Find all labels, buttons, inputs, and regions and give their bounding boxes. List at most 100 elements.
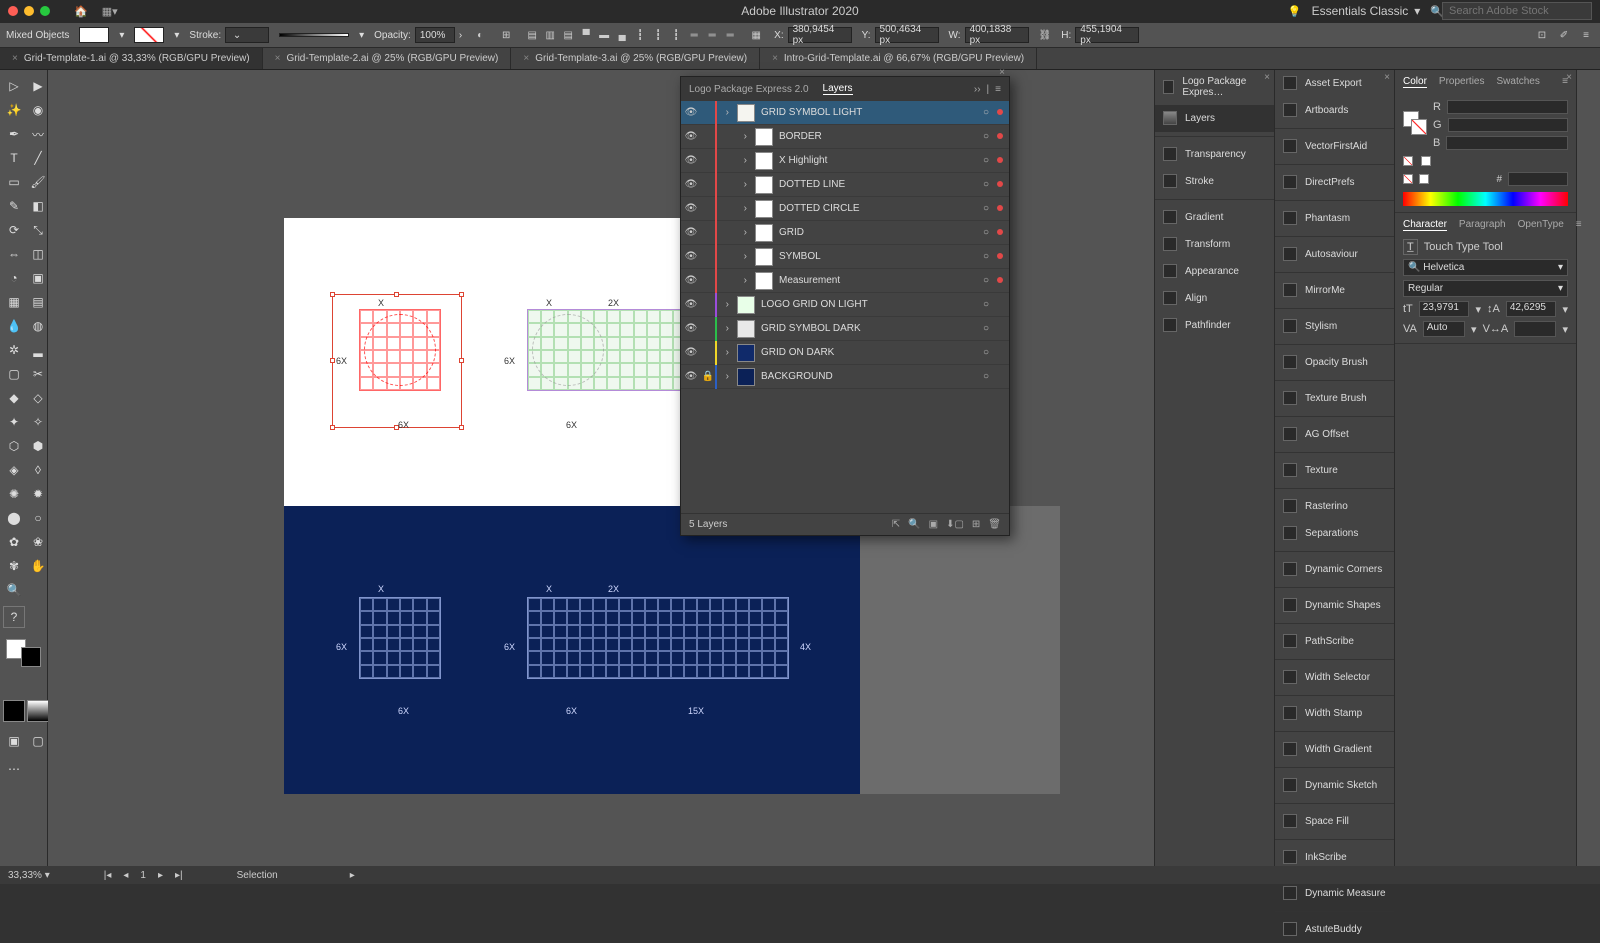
font-size-input[interactable]: 23,9791 [1419, 301, 1470, 317]
panel-tab-transparency[interactable]: Transparency [1155, 141, 1274, 168]
expand-toggle[interactable]: › [717, 251, 749, 262]
font-style-dd[interactable]: Regular▾ [1403, 280, 1568, 297]
scale-tool[interactable]: ⤡ [27, 219, 49, 241]
hex-input[interactable] [1508, 172, 1568, 186]
slice-tool[interactable]: ✂ [27, 363, 49, 385]
help-tool-icon[interactable]: ? [3, 606, 25, 628]
target-icon[interactable]: ○ [983, 251, 997, 262]
close-tab-icon[interactable]: × [523, 53, 529, 64]
panel-tab-pathfinder[interactable]: Pathfinder [1155, 312, 1274, 339]
panel-tab-gradient[interactable]: Gradient [1155, 204, 1274, 231]
opentype-tab[interactable]: OpenType [1518, 219, 1564, 231]
align-left[interactable]: ▤ [524, 27, 540, 43]
expand-toggle[interactable]: › [717, 227, 749, 238]
extra-tool-3[interactable]: ✦ [3, 411, 25, 433]
blend-tool[interactable]: ◍ [27, 315, 49, 337]
target-icon[interactable]: ○ [983, 203, 997, 214]
expand-toggle[interactable]: › [717, 371, 731, 382]
align-bottom[interactable]: ▄ [614, 27, 630, 43]
gradient-tool[interactable]: ▤ [27, 291, 49, 313]
layer-row[interactable]: 👁🔒›BACKGROUND○ [681, 365, 1009, 389]
brush-definition-dd[interactable] [279, 33, 349, 37]
magic-wand-tool[interactable]: ✨ [3, 99, 25, 121]
layer-row[interactable]: 👁›GRID ON DARK○ [681, 341, 1009, 365]
graph-tool[interactable]: ▂ [27, 339, 49, 361]
target-icon[interactable]: ○ [983, 131, 997, 142]
layer-name[interactable]: Measurement [779, 275, 983, 286]
artboard-number[interactable]: 1 [140, 870, 146, 881]
traffic-light-max[interactable] [40, 6, 50, 16]
target-icon[interactable]: ○ [983, 347, 997, 358]
layer-row[interactable]: 👁›DOTTED CIRCLE○ [681, 197, 1009, 221]
expand-toggle[interactable]: › [717, 275, 749, 286]
target-icon[interactable]: ○ [983, 155, 997, 166]
layer-row[interactable]: 👁›GRID○ [681, 221, 1009, 245]
panel-tab[interactable]: Dynamic Measure [1275, 880, 1394, 907]
export-icon[interactable]: ⇱ [892, 519, 900, 530]
w-input[interactable]: 400,1838 px [965, 27, 1029, 43]
dist-h3[interactable]: ┇ [668, 27, 684, 43]
workspace-dropdown[interactable]: Essentials Classic ▾ [1312, 4, 1421, 18]
visibility-toggle[interactable]: 👁 [681, 131, 701, 142]
panel-tab[interactable]: MirrorMe [1275, 277, 1394, 304]
h-input[interactable]: 455,1904 px [1075, 27, 1139, 43]
extra-tool-9[interactable]: ✺ [3, 483, 25, 505]
panel-close-icon[interactable]: × [1566, 72, 1572, 83]
close-tab-icon[interactable]: × [772, 53, 778, 64]
panel-tab[interactable]: Separations [1275, 520, 1394, 547]
edit-icon[interactable]: ✐ [1556, 27, 1572, 43]
shaper-tool[interactable]: ✎ [3, 195, 25, 217]
target-icon[interactable]: ○ [983, 371, 997, 382]
edit-toolbar[interactable]: ⋯ [3, 758, 25, 780]
eyedropper-tool[interactable]: 💧 [3, 315, 25, 337]
paragraph-tab[interactable]: Paragraph [1459, 219, 1506, 231]
artboard-nav-prev[interactable]: ◂ [123, 870, 128, 881]
layer-name[interactable]: X Highlight [779, 155, 983, 166]
eraser-tool[interactable]: ◧ [27, 195, 49, 217]
fill-stroke-mini[interactable] [1403, 111, 1427, 135]
panel-tab-logo-express[interactable]: Logo Package Expres… [1155, 70, 1274, 105]
help-bulb-icon[interactable]: 💡 [1288, 5, 1302, 18]
swatches-tab[interactable]: Swatches [1496, 76, 1539, 88]
document-tab[interactable]: ×Grid-Template-3.ai @ 25% (RGB/GPU Previ… [511, 48, 760, 69]
extra-tool-10[interactable]: ✹ [27, 483, 49, 505]
screen-mode[interactable]: ▣ [3, 730, 25, 752]
new-layer-icon[interactable]: ⊞ [972, 519, 980, 530]
properties-tab[interactable]: Properties [1439, 76, 1485, 88]
isolate-icon[interactable]: ⊡ [1534, 27, 1550, 43]
panel-tab[interactable]: Texture Brush [1275, 385, 1394, 412]
color-mode-gradient[interactable] [27, 700, 49, 722]
direct-sel-tool[interactable]: ▶ [27, 75, 49, 97]
layer-name[interactable]: BORDER [779, 131, 983, 142]
b-input[interactable] [1446, 136, 1568, 150]
collapse-icon[interactable]: ›› [974, 84, 981, 95]
rotate-tool[interactable]: ⟳ [3, 219, 25, 241]
type-tool[interactable]: T [3, 147, 25, 169]
none-swatch[interactable] [1403, 156, 1413, 166]
recolor-icon[interactable]: ◐ [472, 27, 488, 43]
layer-row[interactable]: 👁›GRID SYMBOL DARK○ [681, 317, 1009, 341]
status-play-icon[interactable]: ▸ [350, 870, 355, 881]
pen-tool[interactable]: ✒ [3, 123, 25, 145]
layer-row[interactable]: 👁›GRID SYMBOL LIGHT○ [681, 101, 1009, 125]
panel-menu-icon[interactable]: ≡ [1576, 219, 1582, 231]
panel-tab[interactable]: Asset Export [1275, 70, 1394, 97]
free-transform-tool[interactable]: ◫ [27, 243, 49, 265]
align-vcenter[interactable]: ▬ [596, 27, 612, 43]
r-input[interactable] [1447, 100, 1568, 114]
arrange-docs-icon[interactable]: ▦▾ [102, 5, 118, 18]
locate-icon[interactable]: 🔍 [908, 519, 920, 530]
expand-toggle[interactable]: › [717, 299, 731, 310]
panel-tab[interactable]: Autosaviour [1275, 241, 1394, 268]
panel-tab[interactable]: PathScribe [1275, 628, 1394, 655]
extra-tool-12[interactable]: ○ [27, 507, 49, 529]
target-icon[interactable]: ○ [983, 275, 997, 286]
extra-tool-11[interactable]: ⬤ [3, 507, 25, 529]
panel-tab[interactable]: Texture [1275, 457, 1394, 484]
target-icon[interactable]: ○ [983, 107, 997, 118]
panel-tab-appearance[interactable]: Appearance [1155, 258, 1274, 285]
color-tab[interactable]: Color [1403, 76, 1427, 88]
touch-type-button[interactable]: T̲ [1403, 239, 1418, 255]
mesh-tool[interactable]: ▦ [3, 291, 25, 313]
artboard-nav-last[interactable]: ▸| [175, 870, 183, 881]
